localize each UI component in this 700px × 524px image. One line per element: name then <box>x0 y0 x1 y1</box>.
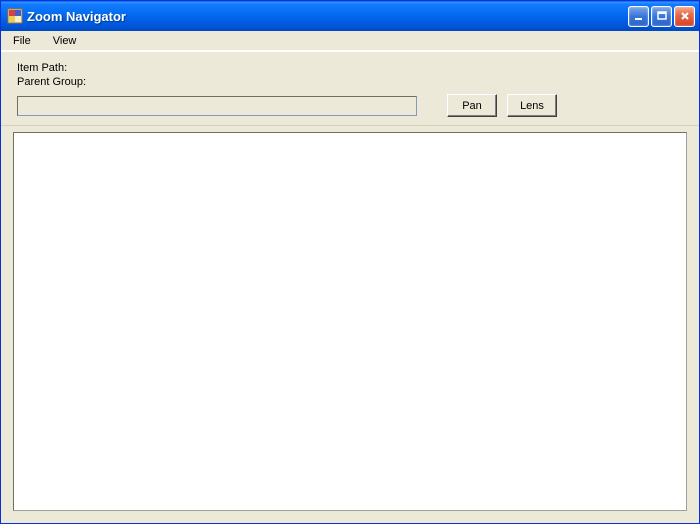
content-canvas[interactable] <box>13 132 687 511</box>
maximize-button[interactable] <box>651 6 672 27</box>
path-input[interactable] <box>17 96 417 116</box>
menu-file[interactable]: File <box>7 33 37 49</box>
close-button[interactable] <box>674 6 695 27</box>
main-window: Zoom Navigator File View Item Path: Pare… <box>0 0 700 524</box>
titlebar[interactable]: Zoom Navigator <box>1 1 699 31</box>
minimize-button[interactable] <box>628 6 649 27</box>
window-controls <box>628 6 695 27</box>
pan-button[interactable]: Pan <box>447 94 497 117</box>
window-title: Zoom Navigator <box>27 9 628 24</box>
lens-button[interactable]: Lens <box>507 94 557 117</box>
item-path-label: Item Path: <box>17 62 683 74</box>
app-icon <box>7 8 23 24</box>
menu-view[interactable]: View <box>47 33 83 49</box>
toolbar-area: Item Path: Parent Group: Pan Lens <box>1 51 699 126</box>
input-row: Pan Lens <box>17 94 683 117</box>
menubar: File View <box>1 31 699 51</box>
parent-group-label: Parent Group: <box>17 76 683 88</box>
button-group: Pan Lens <box>447 94 557 117</box>
